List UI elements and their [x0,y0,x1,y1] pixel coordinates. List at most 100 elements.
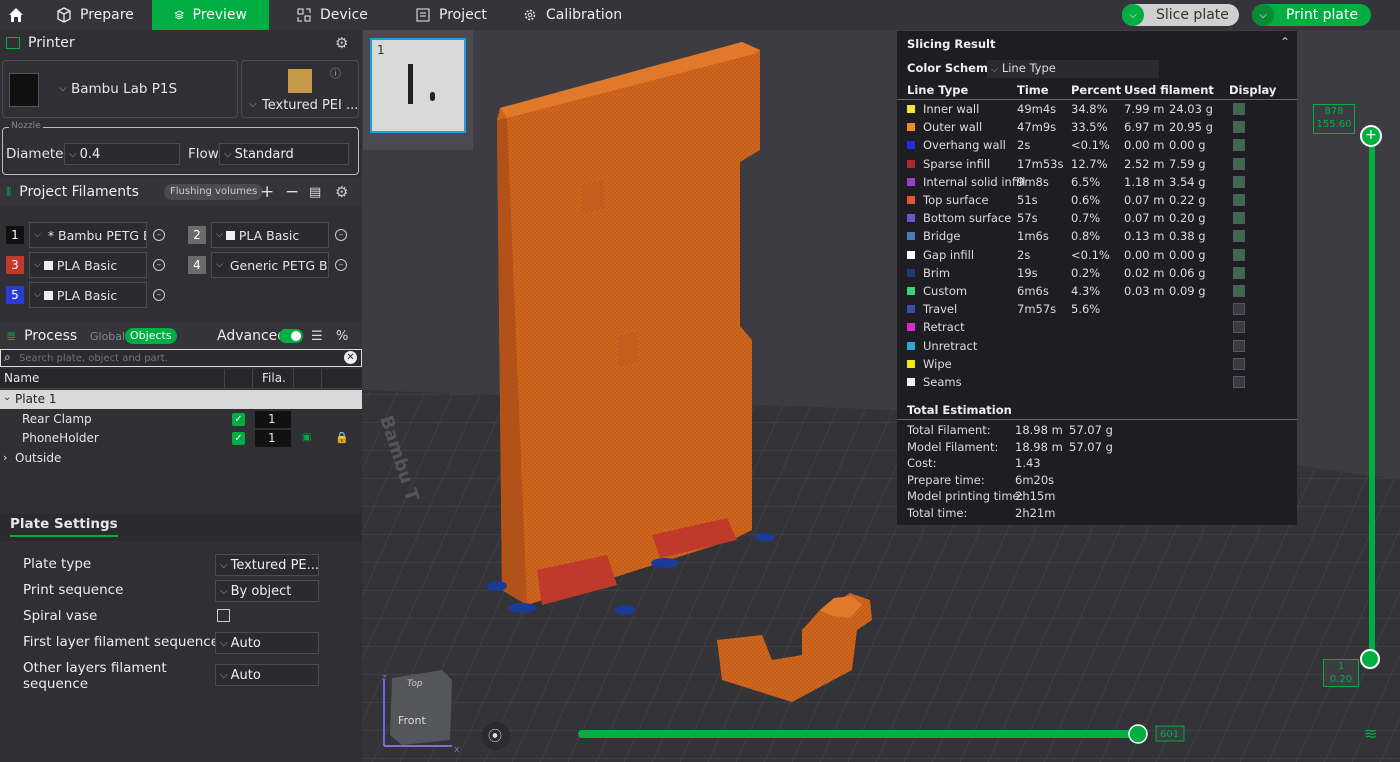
line-type-weight: 0.20 g [1169,211,1206,226]
plate-settings-tab[interactable]: Plate Settings [10,516,118,537]
clear-search-icon[interactable]: ✕ [344,351,357,364]
line-type-swatch [907,341,915,350]
display-checkbox[interactable] [1233,230,1245,243]
tab-calibration[interactable]: Calibration [500,0,644,30]
filament-select[interactable]: ⌵ Generic PETG Be... [211,252,329,278]
tab-prepare[interactable]: Prepare [34,0,156,30]
bottom-layer-thumb[interactable] [1360,649,1380,669]
percent-icon[interactable]: % [336,329,348,344]
remove-filament-icon[interactable]: – [153,229,165,241]
display-checkbox[interactable] [1233,266,1245,279]
plate-thumbnail[interactable]: 1 [370,38,466,133]
name-column-header[interactable]: Name [4,371,39,385]
top-layer-thumb[interactable]: + [1360,125,1382,147]
display-checkbox[interactable] [1233,339,1245,352]
chevron-down-icon[interactable]: ⌵ [1122,4,1144,26]
horizontal-slider-thumb[interactable] [1128,724,1148,744]
plate-row[interactable]: ⌄ Plate 1 [0,390,362,409]
slicing-result-panel: Slicing Result ⌃ Color Scheme ⌵ Line Type… [897,31,1297,525]
vertical-layer-slider[interactable] [1369,134,1375,660]
flushing-volumes-button[interactable]: Flushing volumes [164,184,264,200]
printer-select[interactable]: ⌵ Bambu Lab P1S [2,60,238,118]
display-checkbox[interactable] [1233,212,1245,225]
line-type-row: Wipe [907,355,1287,373]
plate-select[interactable]: ⓘ ⌵ Textured PEI ... [241,60,359,118]
display-checkbox[interactable] [1233,175,1245,188]
display-checkbox[interactable] [1233,121,1245,134]
phone-holder-model[interactable] [487,42,775,615]
display-checkbox[interactable] [1233,285,1245,297]
filament-color-badge[interactable]: 2 [188,226,206,244]
display-checkbox[interactable] [1233,303,1245,316]
layers-icon[interactable]: ≋ [1364,724,1377,743]
collapse-icon[interactable]: ⌃ [1280,35,1290,49]
display-checkbox[interactable] [1233,248,1245,261]
filament-color-badge[interactable]: 1 [6,226,24,244]
home-icon[interactable] [0,0,32,30]
plate-setting-select[interactable]: ⌵ Auto [215,632,319,654]
display-checkbox[interactable] [1233,376,1245,388]
total-value: 2h15m [1015,489,1056,503]
filament-select[interactable]: ⌵ PLA Basic [29,252,147,278]
filament-select[interactable]: ⌵ * Bambu PETG B... [29,222,147,248]
gear-icon[interactable]: ⚙ [335,34,348,52]
filament-select[interactable]: ⌵ PLA Basic [29,282,147,308]
objects-toggle[interactable]: Objects [125,328,177,344]
filament-color-badge[interactable]: 3 [6,256,24,274]
remove-filament-icon[interactable]: – [335,259,347,271]
color-scheme-select[interactable]: ⌵ Line Type [987,60,1159,78]
horizontal-layer-slider[interactable] [578,730,1138,738]
line-type-row: Bridge 1m6s 0.8% 0.13 m 0.38 g [907,227,1287,245]
filament-color-badge[interactable]: 4 [188,256,206,274]
lock-icon[interactable]: 🔒 [335,431,349,444]
search-input[interactable] [19,351,339,365]
filament-select[interactable]: ⌵ PLA Basic [211,222,329,248]
object-row[interactable]: Rear Clamp ✓ 1 [0,410,362,429]
display-checkbox[interactable] [1233,321,1245,334]
plate-setting-select[interactable]: ⌵ Textured PE... [215,554,319,576]
remove-filament-icon[interactable]: – [153,289,165,301]
list-icon[interactable]: ☰ [311,329,323,344]
object-filament-field[interactable]: 1 [255,411,291,428]
object-visible-checkbox[interactable]: ✓ [232,432,245,445]
line-type-percent: 0.8% [1071,229,1101,244]
object-filament-field[interactable]: 1 [255,430,291,447]
tab-device[interactable]: Device [274,0,390,30]
display-checkbox[interactable] [1233,157,1245,170]
display-checkbox[interactable] [1233,357,1245,370]
add-icon[interactable]: + [260,182,274,202]
remove-filament-icon[interactable]: – [335,229,347,241]
chevron-down-icon[interactable]: ⌄ [3,392,11,403]
display-checkbox[interactable] [1233,139,1245,152]
info-icon[interactable]: ⓘ [330,65,341,81]
chevron-down-icon[interactable]: ⌵ [1252,4,1274,26]
fila-column-header[interactable]: Fila. [262,371,286,385]
result-column-header: Line Type [907,83,969,97]
display-checkbox[interactable] [1233,194,1245,206]
tab-project[interactable]: Project [393,0,509,30]
outside-row[interactable]: › Outside [0,449,362,469]
print-plate-button[interactable]: ⌵ Print plate [1252,4,1371,26]
filament-color-badge[interactable]: 5 [6,286,24,304]
support-icon[interactable]: ▣ [302,432,311,443]
chevron-right-icon[interactable]: › [3,451,7,464]
remove-filament-icon[interactable]: – [153,259,165,271]
line-type-swatch [907,232,915,241]
remove-icon[interactable]: − [285,182,299,202]
diameter-select[interactable]: ⌵ 0.4 [64,143,180,165]
plate-setting-select[interactable]: ⌵ By object [215,580,319,602]
display-checkbox[interactable] [1233,103,1245,115]
plate-setting-select[interactable]: ⌵ Auto [215,664,319,686]
spiral-vase-checkbox[interactable] [217,609,230,622]
left-panel: Printer ⚙ ⌵ Bambu Lab P1S ⓘ ⌵ Textured P… [0,30,362,762]
filament-sync-icon[interactable]: ▤ [309,185,321,200]
flow-select[interactable]: ⌵ Standard [219,143,349,165]
line-type-name: Retract [923,320,965,335]
object-row[interactable]: PhoneHolder ✓ 1 ▣ 🔒 [0,429,362,448]
object-visible-checkbox[interactable]: ✓ [232,413,245,426]
slice-plate-button[interactable]: ⌵ Slice plate [1122,4,1239,26]
advanced-switch[interactable] [279,329,303,343]
tab-preview[interactable]: Preview [152,0,269,30]
gear-icon[interactable]: ⚙ [335,183,348,201]
global-toggle[interactable]: Global [90,330,125,343]
